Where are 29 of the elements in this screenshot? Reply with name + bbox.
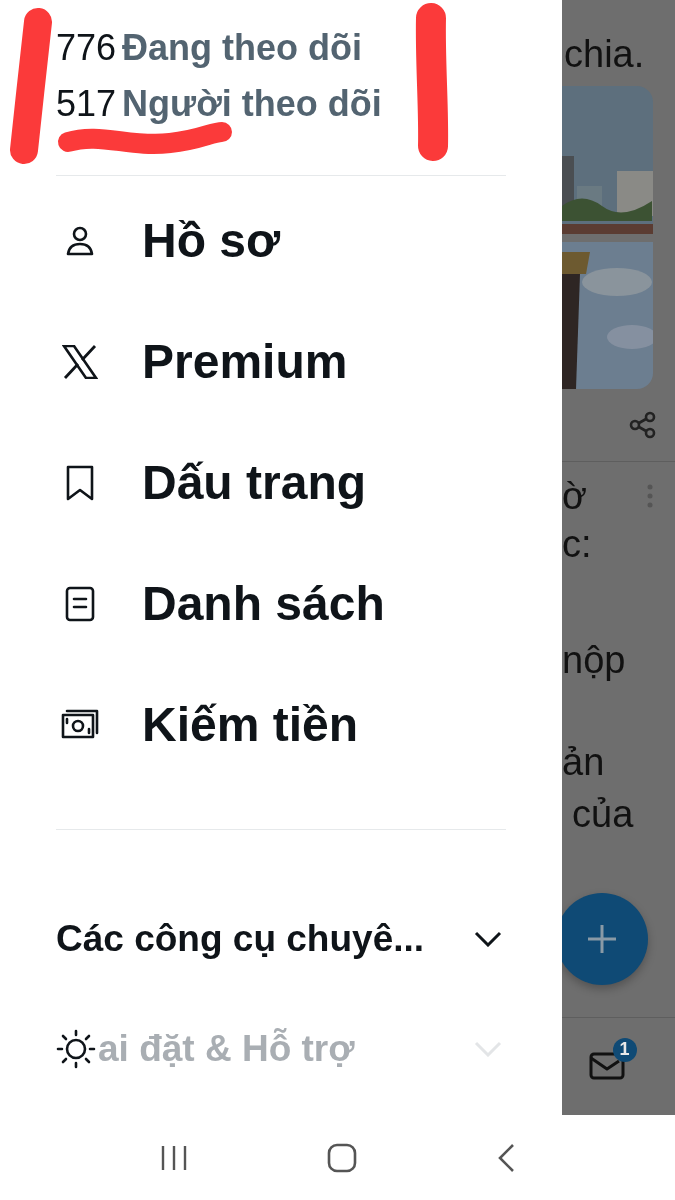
chevron-down-icon (474, 931, 502, 947)
recent-apps-icon[interactable] (159, 1144, 188, 1171)
menu-item[interactable]: Dấu trang (56, 422, 506, 543)
plus-icon (587, 924, 617, 954)
stat-label[interactable]: Đang theo dõi (122, 28, 363, 68)
post-text: nộp (562, 638, 627, 683)
chevron-down-icon (474, 1041, 502, 1057)
home-icon[interactable] (327, 1142, 358, 1173)
x-logo-icon (62, 344, 98, 379)
post-text: ản (562, 740, 606, 785)
stat-label[interactable]: Người theo dõi (122, 84, 382, 124)
menu-item[interactable]: Hồ sơ (56, 180, 506, 301)
banknote-icon (61, 708, 99, 741)
menu-item[interactable]: Kiếm tiền (56, 664, 506, 785)
share-icon[interactable] (629, 411, 657, 439)
document-icon (64, 585, 96, 622)
section-header[interactable]: Các công cụ chuyê... (56, 884, 506, 994)
post-text: c: (562, 522, 592, 567)
menu-item[interactable]: Danh sách (56, 543, 506, 664)
stat-count: 517 (56, 84, 117, 124)
post-text: chia. (564, 32, 646, 77)
bookmark-icon (64, 464, 96, 501)
sun-icon (56, 1029, 96, 1069)
back-icon[interactable] (497, 1142, 516, 1173)
post-text: của (571, 792, 635, 837)
post-text: ờ (562, 474, 588, 519)
menu-item[interactable]: Premium (56, 301, 506, 422)
notification-badge: 1 (612, 1037, 637, 1062)
stat-count: 776 (56, 28, 117, 68)
